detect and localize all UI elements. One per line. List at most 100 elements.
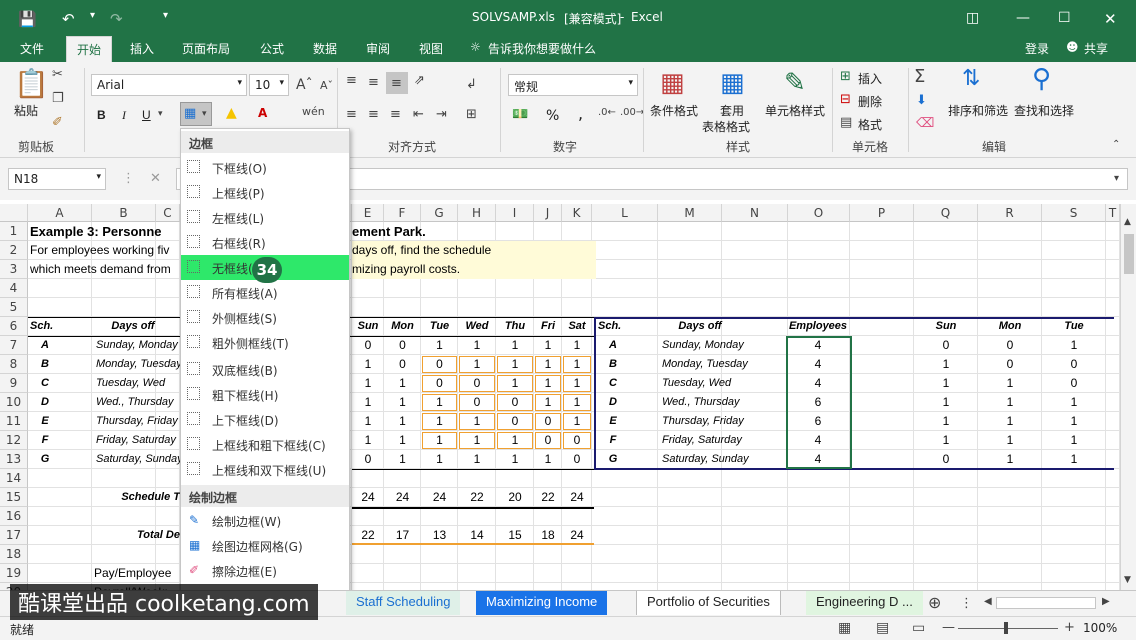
tab-review[interactable]: 审阅 — [366, 40, 390, 57]
tab-page-layout[interactable]: 页面布局 — [182, 40, 230, 57]
matrix-cell[interactable]: 1 — [352, 393, 384, 412]
find-select-button[interactable]: 查找和选择 — [1014, 102, 1074, 119]
column-header-s[interactable]: S — [1042, 204, 1106, 222]
tab-home[interactable]: 开始 — [66, 36, 113, 62]
draw-option-1[interactable]: ▦ 绘图边框网格(G) — [181, 533, 349, 558]
draw-option-0[interactable]: ✎ 绘制边框(W) — [181, 508, 349, 533]
row-header-11[interactable]: 11 — [0, 412, 28, 431]
border-option-12[interactable]: 上框线和双下框线(U) — [181, 457, 349, 482]
font-name-box[interactable]: Arial ▾ — [91, 74, 247, 96]
right-matrix-cell[interactable]: 1 — [978, 393, 1042, 412]
hdr-tue[interactable]: Tue — [421, 317, 458, 336]
tab-engineering[interactable]: Engineering D ... — [806, 591, 923, 615]
percent-button[interactable]: % — [546, 108, 559, 124]
right-hdr-sch[interactable]: Sch. — [598, 317, 638, 336]
days-off-left-4[interactable]: Thursday, Friday — [96, 412, 180, 431]
matrix-cell[interactable]: 1 — [496, 431, 534, 450]
matrix-cell[interactable]: 1 — [496, 450, 534, 469]
matrix-cell[interactable]: 1 — [458, 450, 496, 469]
border-option-5[interactable]: 所有框线(A) — [181, 280, 349, 305]
schedule-total[interactable]: 24 — [384, 488, 421, 507]
days-off-left-5[interactable]: Friday, Saturday — [96, 431, 180, 450]
employees-cell[interactable]: 6 — [786, 393, 850, 412]
demand-total[interactable]: 17 — [384, 526, 421, 545]
zoom-in-icon[interactable]: + — [1064, 621, 1075, 634]
right-sched-b[interactable]: B — [598, 355, 628, 374]
paste-icon[interactable]: 📋 — [14, 70, 49, 98]
employees-cell[interactable]: 4 — [786, 336, 850, 355]
schedule-total[interactable]: 22 — [534, 488, 562, 507]
row-header-16[interactable]: 16 — [0, 507, 28, 526]
tab-view[interactable]: 视图 — [419, 40, 443, 57]
hdr-wed[interactable]: Wed — [458, 317, 496, 336]
fill-icon[interactable]: ⬇ — [916, 94, 927, 107]
matrix-cell[interactable]: 0 — [496, 412, 534, 431]
cell-styles-button[interactable]: 单元格样式 — [765, 102, 825, 119]
column-header-j[interactable]: J — [534, 204, 562, 222]
undo-icon[interactable]: ↶ — [62, 10, 75, 28]
scroll-left-icon[interactable]: ◀ — [984, 597, 992, 607]
format-cells-icon[interactable]: ▤ — [840, 116, 852, 129]
borders-button[interactable]: ▦ ▾ — [180, 102, 212, 126]
demand-total[interactable]: 24 — [562, 526, 592, 545]
matrix-cell[interactable]: 1 — [352, 355, 384, 374]
delete-cells-button[interactable]: 删除 — [858, 93, 882, 110]
right-matrix-cell[interactable]: 1 — [1042, 393, 1106, 412]
matrix-cell[interactable]: 1 — [562, 336, 592, 355]
hdr-sat[interactable]: Sat — [562, 317, 592, 336]
right-hdr-sun[interactable]: Sun — [914, 317, 978, 336]
matrix-cell[interactable]: 1 — [458, 431, 496, 450]
schedule-total[interactable]: 22 — [458, 488, 496, 507]
schedule-total[interactable]: 24 — [352, 488, 384, 507]
row-header-12[interactable]: 12 — [0, 431, 28, 450]
row-header-5[interactable]: 5 — [0, 298, 28, 317]
tell-me-search[interactable]: 告诉我你想要做什么 — [488, 40, 596, 57]
column-header-m[interactable]: M — [658, 204, 722, 222]
schedule-total[interactable]: 24 — [421, 488, 458, 507]
decrease-indent-icon[interactable]: ⇤ — [413, 108, 424, 121]
hdr-thu[interactable]: Thu — [496, 317, 534, 336]
right-matrix-cell[interactable]: 1 — [978, 374, 1042, 393]
matrix-cell[interactable]: 0 — [352, 450, 384, 469]
row-header-1[interactable]: 1 — [0, 222, 28, 241]
conditional-format-button[interactable]: 条件格式 — [650, 102, 698, 119]
border-option-1[interactable]: 上框线(P) — [181, 180, 349, 205]
redo-icon[interactable]: ↷ — [110, 10, 123, 28]
days-off-right-3[interactable]: Wed., Thursday — [662, 393, 762, 412]
column-header-n[interactable]: N — [722, 204, 788, 222]
vertical-scrollbar[interactable]: ▲ ▼ — [1120, 204, 1136, 590]
matrix-cell[interactable]: 1 — [458, 336, 496, 355]
collapse-ribbon-icon[interactable]: ⌃ — [1112, 140, 1120, 150]
scroll-right-icon[interactable]: ▶ — [1102, 597, 1110, 607]
column-header-f[interactable]: F — [384, 204, 421, 222]
pay-employee-label[interactable]: Pay/Employee — [94, 564, 180, 583]
demand-total[interactable]: 15 — [496, 526, 534, 545]
matrix-cell[interactable]: 1 — [384, 412, 421, 431]
matrix-cell[interactable]: 1 — [421, 336, 458, 355]
right-matrix-cell[interactable]: 1 — [914, 393, 978, 412]
column-header-e[interactable]: E — [352, 204, 384, 222]
sched-g[interactable]: G — [30, 450, 60, 469]
expand-formula-icon[interactable]: ▾ — [1114, 174, 1119, 184]
employees-cell[interactable]: 4 — [786, 355, 850, 374]
matrix-cell[interactable]: 1 — [562, 355, 592, 374]
title-left[interactable]: Example 3: Personne — [30, 222, 180, 241]
merge-center-icon[interactable]: ⊞ — [466, 108, 477, 121]
right-sched-a[interactable]: A — [598, 336, 628, 355]
schedule-total[interactable]: 24 — [562, 488, 592, 507]
column-header-i[interactable]: I — [496, 204, 534, 222]
employees-cell[interactable]: 4 — [786, 450, 850, 469]
column-header-o[interactable]: O — [788, 204, 850, 222]
right-matrix-cell[interactable]: 0 — [978, 336, 1042, 355]
matrix-cell[interactable]: 1 — [421, 393, 458, 412]
font-size-box[interactable]: 10 ▾ — [249, 74, 289, 96]
sched-c[interactable]: C — [30, 374, 60, 393]
row-header-15[interactable]: 15 — [0, 488, 28, 507]
right-matrix-cell[interactable]: 0 — [1042, 355, 1106, 374]
name-box[interactable]: N18 ▾ — [8, 168, 106, 190]
right-matrix-cell[interactable]: 1 — [978, 431, 1042, 450]
sort-filter-button[interactable]: 排序和筛选 — [948, 102, 1008, 119]
table-format-label-2[interactable]: 表格格式 — [702, 118, 750, 135]
column-header-c[interactable]: C — [156, 204, 180, 222]
hdr-mon[interactable]: Mon — [384, 317, 421, 336]
